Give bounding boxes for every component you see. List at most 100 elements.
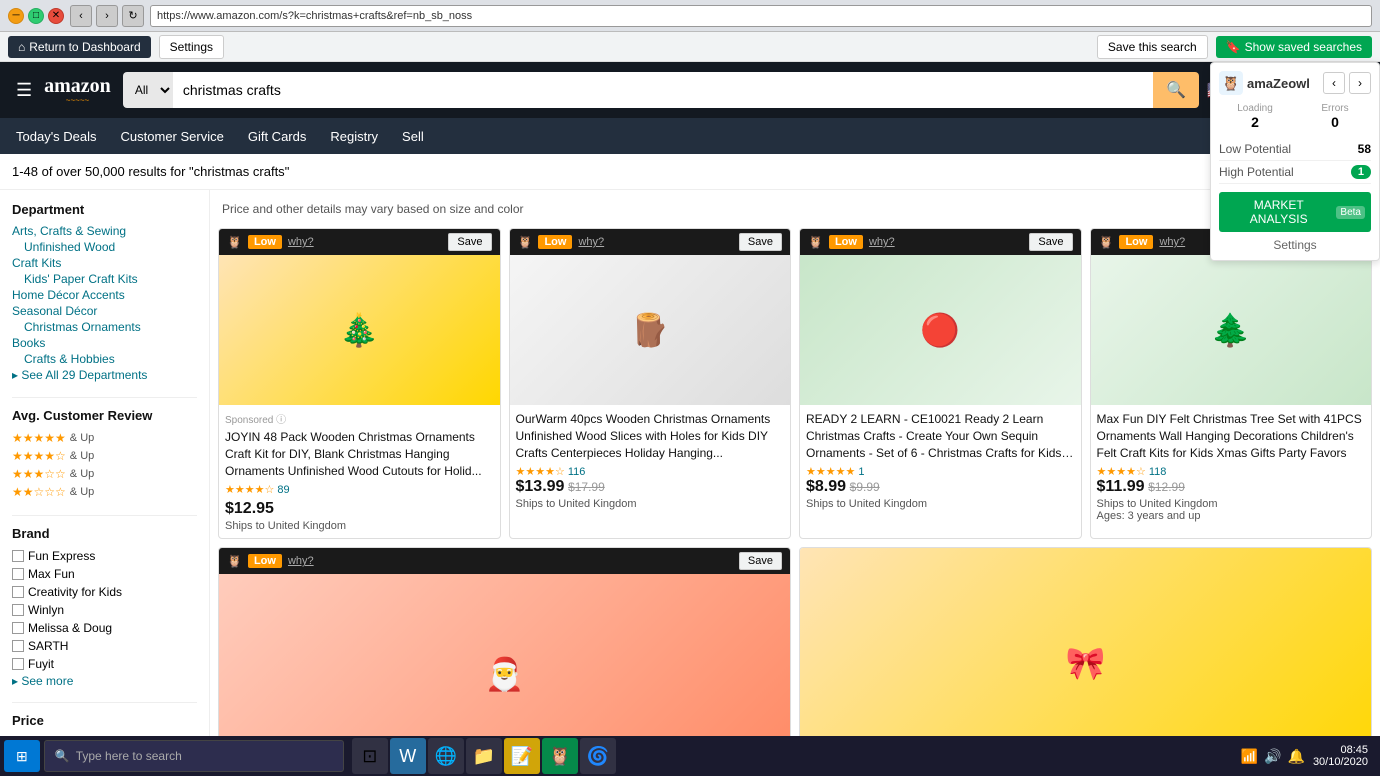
close-button[interactable]: ✕: [48, 8, 64, 24]
sidebar-link-seasonal[interactable]: Seasonal Décor: [12, 303, 197, 319]
product-original-price-4: $12.99: [1148, 480, 1185, 494]
nav-item-registry[interactable]: Registry: [326, 129, 382, 144]
taskbar-search[interactable]: 🔍 Type here to search: [44, 740, 344, 772]
why-link-5[interactable]: why?: [288, 555, 314, 567]
sidebar-link-christmas-ornaments[interactable]: Christmas Ornaments: [12, 319, 197, 335]
volume-icon[interactable]: 🔊: [1264, 748, 1281, 765]
taskbar-app-chrome[interactable]: 🌐: [428, 738, 464, 774]
save-product-5[interactable]: Save: [739, 552, 782, 570]
nav-item-gift-cards[interactable]: Gift Cards: [244, 129, 311, 144]
sidebar-link-home-decor[interactable]: Home Décor Accents: [12, 287, 197, 303]
save-product-3[interactable]: Save: [1029, 233, 1072, 251]
brand-creativity-for-kids[interactable]: Creativity for Kids: [12, 583, 197, 601]
product-card-3[interactable]: 🦉 Low why? Save 🔴 READY 2 LEARN - CE1002…: [799, 228, 1082, 539]
maximize-button[interactable]: □: [28, 8, 44, 24]
start-button[interactable]: ⊞: [4, 740, 40, 772]
taskbar-app-amazeowl[interactable]: 🦉: [542, 738, 578, 774]
notification-icon[interactable]: 🔔: [1288, 748, 1305, 765]
results-header: 1-48 of over 50,000 results for "christm…: [0, 154, 1380, 190]
search-input[interactable]: [173, 72, 1153, 108]
review-2up[interactable]: ★★★☆☆ & Up: [12, 465, 197, 483]
why-link-2[interactable]: why?: [578, 236, 604, 248]
aow-settings-link[interactable]: Settings: [1219, 238, 1371, 252]
brand-winlyn[interactable]: Winlyn: [12, 601, 197, 619]
amazeowl-icon-4: 🦉: [1099, 235, 1114, 249]
product-card-6[interactable]: 🎀 Sponsored: [799, 547, 1372, 738]
search-category-select[interactable]: All: [123, 72, 173, 108]
low-badge-3: Low: [829, 235, 863, 249]
review-title: Avg. Customer Review: [12, 408, 197, 423]
product-card-2[interactable]: 🦉 Low why? Save 🪵 OurWarm 40pcs Wooden C…: [509, 228, 792, 539]
return-to-dashboard-button[interactable]: ⌂ Return to Dashboard: [8, 36, 151, 58]
review-3up[interactable]: ★★★★☆ & Up: [12, 447, 197, 465]
market-analysis-button[interactable]: MARKET ANALYSIS Beta: [1219, 192, 1371, 232]
taskbar-app-files[interactable]: 📁: [466, 738, 502, 774]
aow-nav: ‹ ›: [1323, 72, 1371, 94]
brand-max-fun[interactable]: Max Fun: [12, 565, 197, 583]
address-bar[interactable]: https://www.amazon.com/s?k=christmas+cra…: [150, 5, 1372, 27]
product-info-3: READY 2 LEARN - CE10021 Ready 2 Learn Ch…: [800, 405, 1081, 516]
taskbar-app-sticky[interactable]: 📝: [504, 738, 540, 774]
sidebar-link-unfinished[interactable]: Unfinished Wood: [12, 239, 197, 255]
product-info-4: Max Fun DIY Felt Christmas Tree Set with…: [1091, 405, 1372, 528]
nav-item-deals[interactable]: Today's Deals: [12, 129, 101, 144]
sidebar-see-all[interactable]: ▸ See All 29 Departments: [12, 367, 197, 383]
review-4up[interactable]: ★★★★★ & Up: [12, 429, 197, 447]
forward-button[interactable]: ›: [96, 5, 118, 27]
low-badge-5: Low: [248, 554, 282, 568]
why-link-3[interactable]: why?: [869, 236, 895, 248]
amazeowl-icon-1: 🦉: [227, 235, 242, 249]
show-saved-searches-button[interactable]: 🔖 Show saved searches: [1216, 36, 1372, 58]
sidebar-link-crafts-hobbies[interactable]: Crafts & Hobbies: [12, 351, 197, 367]
taskbar-app-word[interactable]: W: [390, 738, 426, 774]
product-image-6: 🎀: [800, 548, 1371, 738]
taskbar-app-extra[interactable]: 🌀: [580, 738, 616, 774]
brand-melissa-doug[interactable]: Melissa & Doug: [12, 619, 197, 637]
aow-logo-icon: 🦉: [1219, 71, 1243, 95]
taskbar-right: 📶 🔊 🔔 08:45 30/10/2020: [1241, 744, 1376, 768]
results-count: 1-48 of over 50,000 results for "christm…: [12, 164, 289, 179]
review-1up[interactable]: ★★☆☆☆ & Up: [12, 483, 197, 501]
hamburger-menu[interactable]: ☰: [12, 76, 36, 105]
sidebar-link-books[interactable]: Books: [12, 335, 197, 351]
product-title-3: READY 2 LEARN - CE10021 Ready 2 Learn Ch…: [806, 411, 1075, 461]
why-link-1[interactable]: why?: [288, 236, 314, 248]
search-button[interactable]: 🔍: [1153, 72, 1199, 108]
brand-fun-express[interactable]: Fun Express: [12, 547, 197, 565]
save-product-2[interactable]: Save: [739, 233, 782, 251]
windows-icon: ⊞: [16, 748, 28, 765]
save-search-button[interactable]: Save this search: [1097, 35, 1208, 59]
minimize-button[interactable]: ─: [8, 8, 24, 24]
why-link-4[interactable]: why?: [1159, 236, 1185, 248]
nav-item-sell[interactable]: Sell: [398, 129, 428, 144]
sidebar-link-craft-kits[interactable]: Craft Kits: [12, 255, 197, 271]
product-row-1: 🦉 Low why? Save 🎄 Sponsored ⓘ JOYIN 48 P…: [218, 228, 1372, 539]
product-stars-3: ★★★★★ 1: [806, 465, 1075, 478]
amazeowl-icon-5: 🦉: [227, 554, 242, 568]
save-product-1[interactable]: Save: [448, 233, 491, 251]
product-card-5[interactable]: 🦉 Low why? Save 🎅 Sponsored: [218, 547, 791, 738]
network-icon[interactable]: 📶: [1241, 748, 1258, 765]
sidebar-link-arts[interactable]: Arts, Crafts & Sewing: [12, 223, 197, 239]
product-image-3: 🔴: [800, 255, 1081, 405]
sidebar-link-kids-paper[interactable]: Kids' Paper Craft Kits: [12, 271, 197, 287]
aow-prev-button[interactable]: ‹: [1323, 72, 1345, 94]
product-card-4[interactable]: 🦉 Low why? Save 🌲 Max Fun DIY Felt Chris…: [1090, 228, 1373, 539]
product-price-row-3: $8.99 $9.99: [806, 478, 1075, 496]
back-button[interactable]: ‹: [70, 5, 92, 27]
aow-header: 🦉 amaZeowl ‹ ›: [1219, 71, 1371, 95]
brand-sarth[interactable]: SARTH: [12, 637, 197, 655]
product-card-1[interactable]: 🦉 Low why? Save 🎄 Sponsored ⓘ JOYIN 48 P…: [218, 228, 501, 539]
amazon-logo[interactable]: amazon ~~~~~: [44, 76, 111, 105]
sponsored-1: Sponsored ⓘ: [225, 411, 494, 426]
brand-see-more[interactable]: ▸ See more: [12, 674, 73, 688]
brand-fuyit[interactable]: Fuyit: [12, 655, 197, 673]
aow-next-button[interactable]: ›: [1349, 72, 1371, 94]
nav-item-customer-service[interactable]: Customer Service: [117, 129, 228, 144]
product-banner-5: 🦉 Low why? Save: [219, 548, 790, 574]
settings-button[interactable]: Settings: [159, 35, 224, 59]
product-grid: Price and other details may vary based o…: [210, 190, 1380, 738]
taskbar-app-task-view[interactable]: ⊡: [352, 738, 388, 774]
product-original-price-2: $17.99: [568, 480, 605, 494]
refresh-button[interactable]: ↻: [122, 5, 144, 27]
